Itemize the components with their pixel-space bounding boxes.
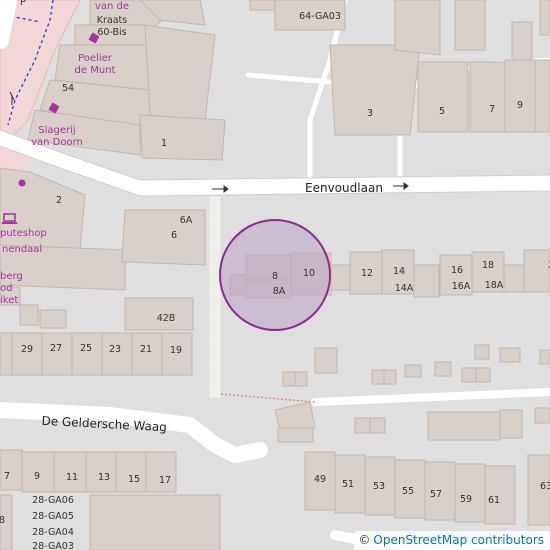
map-attribution: © OpenStreetMap contributors — [354, 531, 550, 550]
house-number: 27 — [50, 343, 62, 354]
house-number: 8 — [0, 515, 5, 526]
house-number: 6 — [171, 230, 177, 241]
poi-label-berg-2: od — [0, 283, 12, 294]
house-number: 29 — [21, 344, 33, 355]
house-number: 5 — [439, 106, 445, 117]
house-number: 53 — [373, 481, 385, 492]
house-number: 18A — [485, 280, 504, 291]
poi-label-poelier-name: de Munt — [75, 65, 116, 76]
house-number: 6A — [180, 215, 193, 226]
poi-label-computershop-name: nendaal — [2, 244, 42, 255]
house-number: 15 — [128, 474, 140, 485]
house-number: 28-GA03 — [32, 541, 74, 550]
house-number: 42B — [157, 313, 176, 324]
poi-label-slagerij: Slagerij — [38, 125, 75, 136]
street-label-eenvoudlaan: Eenvoudlaan — [305, 181, 383, 195]
house-number: 2 — [56, 195, 62, 206]
house-number: 63 — [540, 481, 550, 492]
house-number: 59 — [460, 494, 472, 505]
house-number: 12 — [361, 268, 373, 279]
house-number: 9 — [517, 100, 523, 111]
house-number: 55 — [402, 486, 414, 497]
house-number: 21 — [140, 344, 152, 355]
poi-label-berg-3: iket — [0, 295, 18, 306]
attribution-link[interactable]: OpenStreetMap contributors — [373, 533, 544, 547]
shop-dot-icon — [18, 179, 26, 187]
house-number: 1 — [161, 138, 167, 149]
house-number: 18 — [482, 260, 494, 271]
house-number: 14 — [393, 266, 405, 277]
house-number: 54 — [62, 83, 74, 94]
house-number: 28-GA06 — [32, 495, 74, 506]
house-number: 16A — [452, 281, 471, 292]
house-number: 8A — [273, 286, 286, 297]
house-number: 23 — [109, 344, 121, 355]
house-number: 7 — [4, 471, 10, 482]
poi-label-poelier: Poelier — [78, 53, 113, 64]
house-number: 16 — [451, 265, 463, 276]
house-number: 25 — [80, 343, 92, 354]
house-number: 28-GA04 — [32, 527, 74, 538]
poi-label-kraats-partial: van de — [95, 1, 129, 12]
poi-label-kraats-number: 60-Bis — [97, 27, 126, 38]
house-number: 61 — [488, 495, 500, 506]
map-view[interactable]: Eenvoudlaan De Geldersche Waag van de Kr… — [0, 0, 550, 550]
house-number: 9 — [34, 471, 40, 482]
house-number: 19 — [170, 345, 182, 356]
house-number: 7 — [489, 104, 495, 115]
poi-label-slagerij-name: van Doorn — [31, 137, 83, 148]
house-number: 64-GA03 — [299, 11, 341, 22]
map-canvas[interactable]: Eenvoudlaan De Geldersche Waag van de Kr… — [0, 0, 550, 550]
house-number: 13 — [98, 472, 110, 483]
house-number: 49 — [314, 474, 326, 485]
house-number: 3 — [367, 108, 373, 119]
copyright-symbol: © — [358, 533, 371, 547]
house-number: 28-GA05 — [32, 511, 74, 522]
house-number: 11 — [66, 472, 78, 483]
house-number: 17 — [159, 475, 171, 486]
gravel-path — [208, 195, 222, 399]
house-number: 57 — [430, 489, 442, 500]
poi-label-berg: berg — [0, 271, 23, 282]
house-number: 14A — [395, 283, 414, 294]
house-number: P — [20, 0, 26, 8]
house-number: 8 — [272, 271, 278, 282]
house-number: 51 — [342, 479, 354, 490]
poi-label-kraats: Kraats — [97, 15, 128, 26]
poi-label-computershop: puteshop — [0, 228, 47, 239]
house-number: 10 — [303, 268, 315, 279]
